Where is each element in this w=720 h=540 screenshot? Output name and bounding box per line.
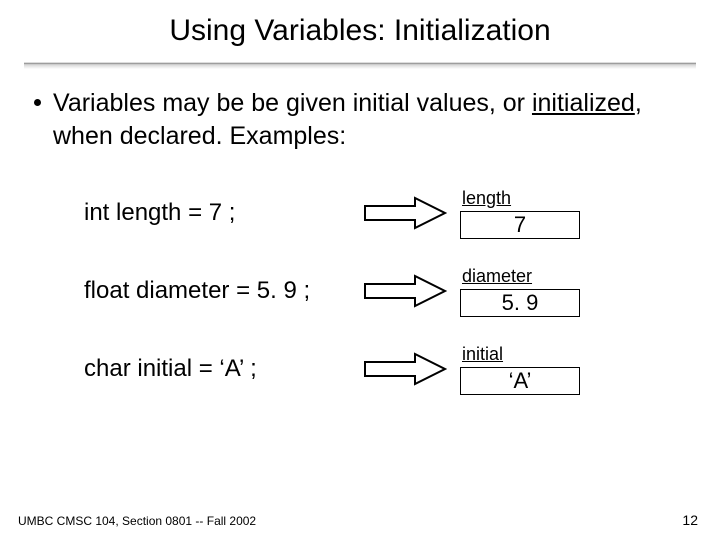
memory-box-label: length — [460, 187, 511, 210]
memory-box: 7 — [460, 211, 580, 239]
examples-list: int length = 7 ; length 7 float diameter… — [34, 174, 686, 408]
example-code: char initial = ‘A’ ; — [34, 353, 350, 384]
slide-body: Variables may be be given initial values… — [0, 69, 720, 408]
bullet-icon — [34, 99, 41, 106]
arrow-icon — [350, 196, 460, 230]
arrow-icon — [350, 274, 460, 308]
slide: Using Variables: Initialization Variable… — [0, 0, 720, 540]
memory-box-value: ‘A’ — [509, 367, 532, 396]
memory-box-wrap: initial ‘A’ — [460, 343, 620, 395]
memory-box-value: 7 — [514, 211, 526, 240]
example-row: float diameter = 5. 9 ; diameter 5. 9 — [34, 252, 686, 330]
memory-box-value: 5. 9 — [502, 289, 539, 318]
bullet-text: Variables may be be given initial values… — [53, 87, 686, 152]
memory-box-wrap: length 7 — [460, 187, 620, 239]
bullet-text-underlined: initialized — [532, 89, 635, 117]
slide-title: Using Variables: Initialization — [0, 0, 720, 58]
example-code: int length = 7 ; — [34, 197, 350, 228]
bullet-text-pre: Variables may be be given initial values… — [53, 89, 532, 117]
memory-box: ‘A’ — [460, 367, 580, 395]
example-code: float diameter = 5. 9 ; — [34, 275, 350, 306]
memory-box-label: initial — [460, 343, 503, 366]
title-divider — [24, 62, 696, 69]
arrow-icon — [350, 352, 460, 386]
bullet-item: Variables may be be given initial values… — [34, 87, 686, 152]
footer-text: UMBC CMSC 104, Section 0801 -- Fall 2002 — [18, 514, 256, 528]
memory-box-wrap: diameter 5. 9 — [460, 265, 620, 317]
example-row: char initial = ‘A’ ; initial ‘A’ — [34, 330, 686, 408]
memory-box-label: diameter — [460, 265, 532, 288]
example-row: int length = 7 ; length 7 — [34, 174, 686, 252]
page-number: 12 — [682, 512, 698, 528]
memory-box: 5. 9 — [460, 289, 580, 317]
